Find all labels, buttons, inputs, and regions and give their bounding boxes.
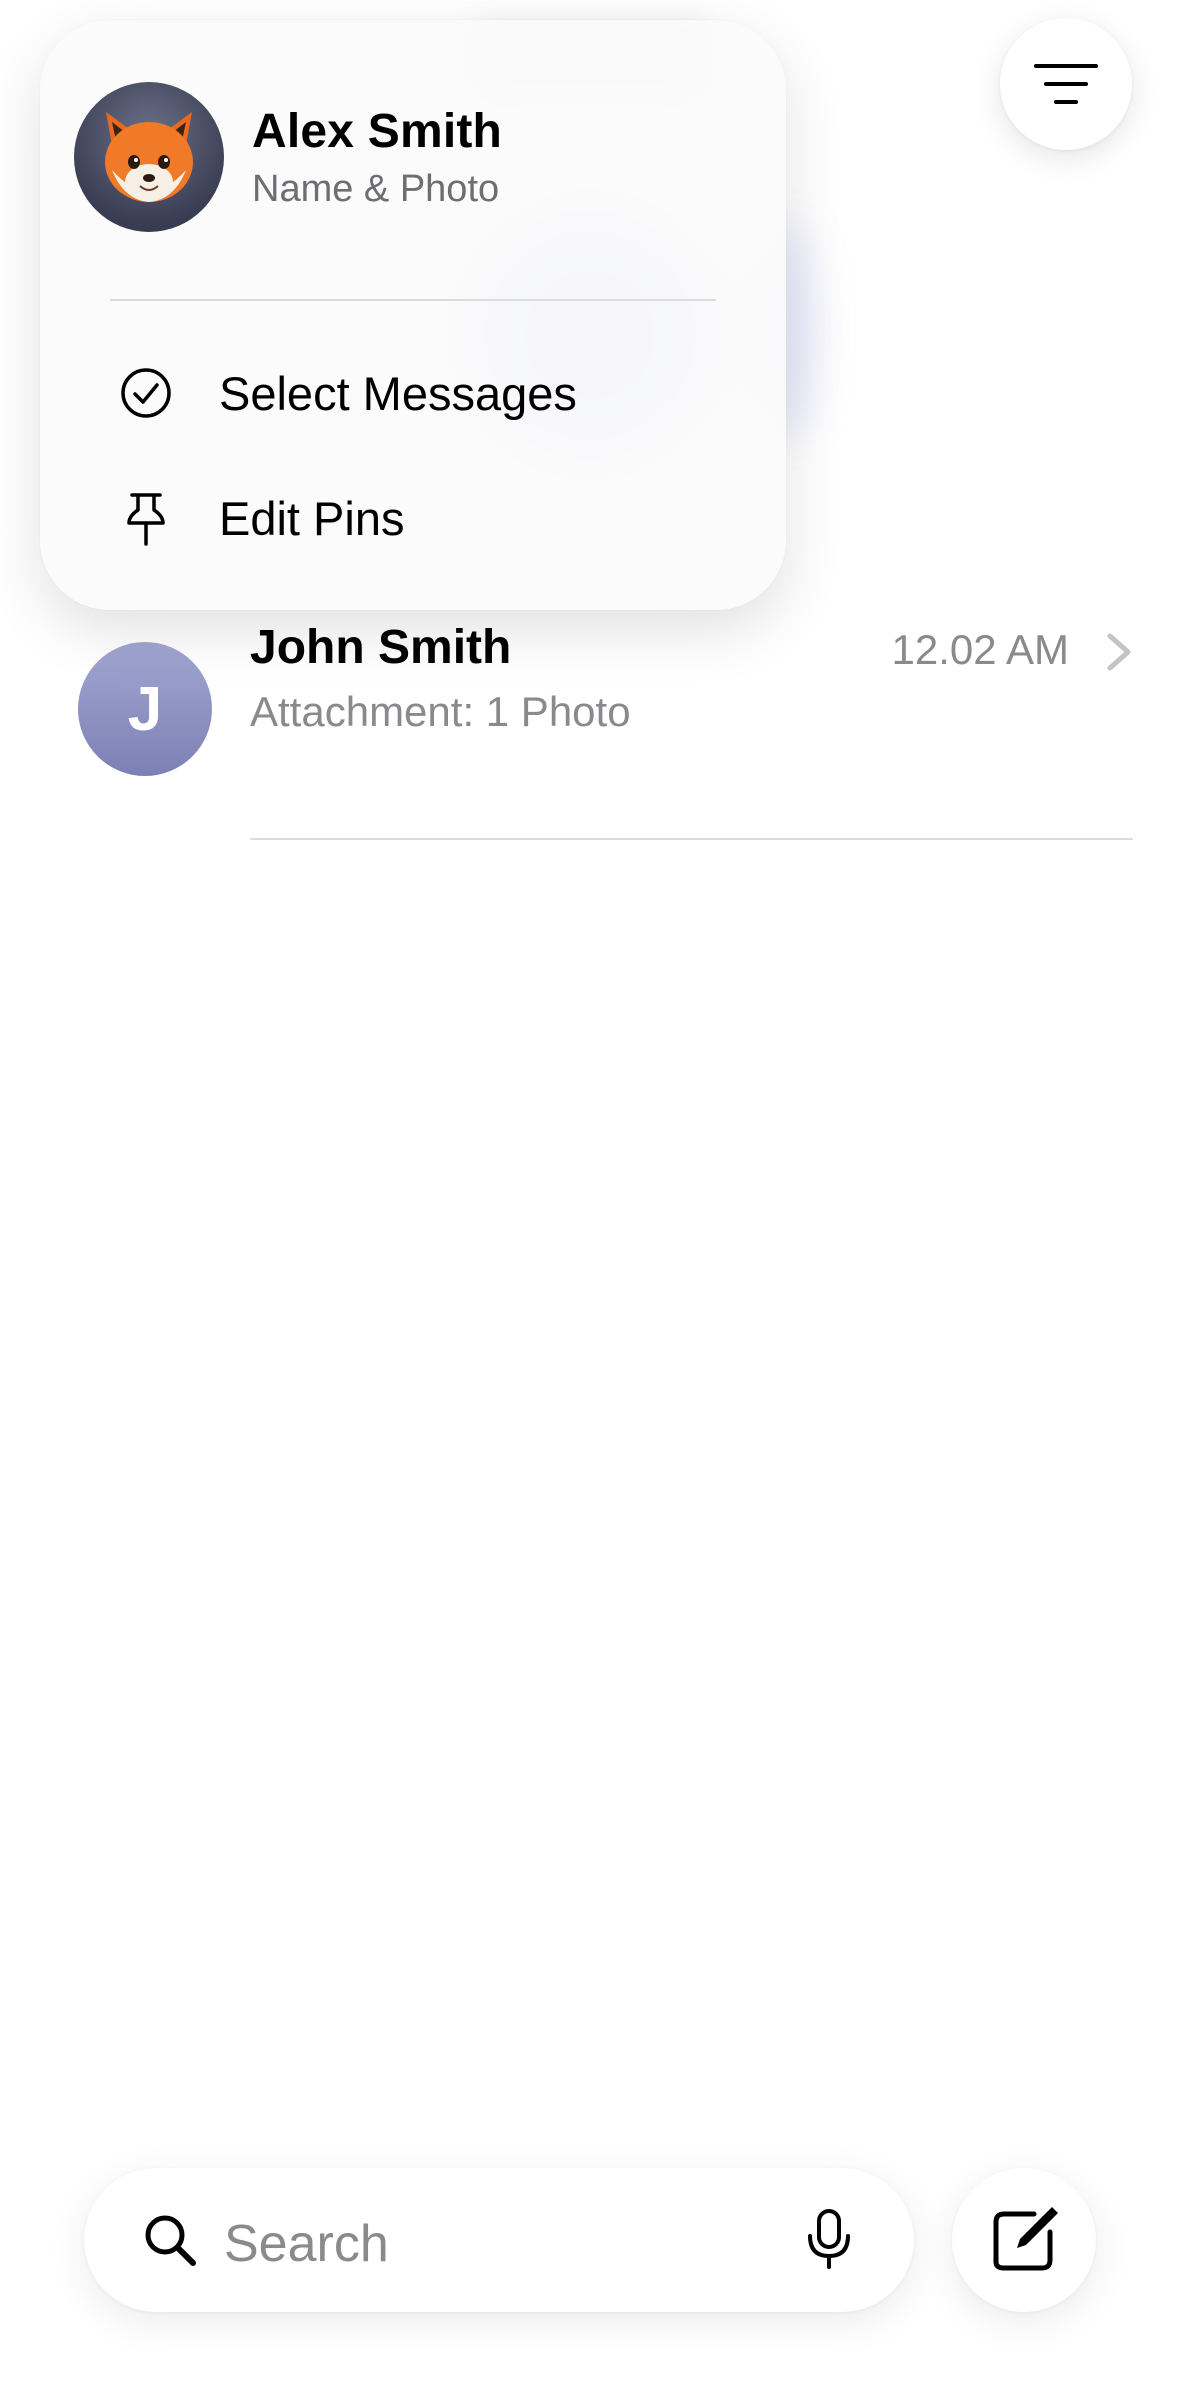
- row-divider: [250, 838, 1133, 840]
- filter-lines-icon: [1034, 64, 1098, 104]
- pin-icon: [127, 493, 165, 546]
- search-icon: [145, 2215, 196, 2266]
- compose-icon: [993, 2207, 1058, 2271]
- menu-item-edit-pins[interactable]: Edit Pins: [40, 463, 786, 573]
- menu-divider: [110, 299, 716, 301]
- avatar: J: [78, 642, 212, 776]
- filter-button[interactable]: [1000, 18, 1132, 150]
- checkmark-circle-icon: [121, 368, 171, 418]
- message-time: 12.02 AM: [891, 626, 1069, 673]
- chevron-right-icon: [1107, 633, 1131, 671]
- message-preview: Attachment: 1 Photo: [250, 688, 631, 735]
- search-input[interactable]: Search: [224, 2214, 389, 2274]
- contact-name: John Smith: [250, 621, 512, 674]
- avatar-initial: J: [127, 674, 163, 744]
- microphone-icon[interactable]: [804, 2208, 854, 2270]
- menu-item-select-messages[interactable]: Select Messages: [40, 338, 786, 448]
- compose-button[interactable]: [952, 2168, 1096, 2312]
- conversation-row[interactable]: J John Smith Attachment: 1 Photo 12.02 A…: [0, 600, 1179, 840]
- profile-subtitle[interactable]: Name & Photo: [252, 168, 499, 211]
- menu-item-label: Select Messages: [219, 366, 577, 420]
- fox-memoji-icon: [105, 112, 193, 202]
- menu-item-label: Edit Pins: [219, 491, 405, 545]
- profile-name[interactable]: Alex Smith: [252, 104, 502, 159]
- options-menu: Alex Smith Name & Photo Select Messages …: [40, 20, 786, 610]
- search-bar[interactable]: Search: [84, 2168, 914, 2312]
- profile-avatar[interactable]: [74, 82, 224, 232]
